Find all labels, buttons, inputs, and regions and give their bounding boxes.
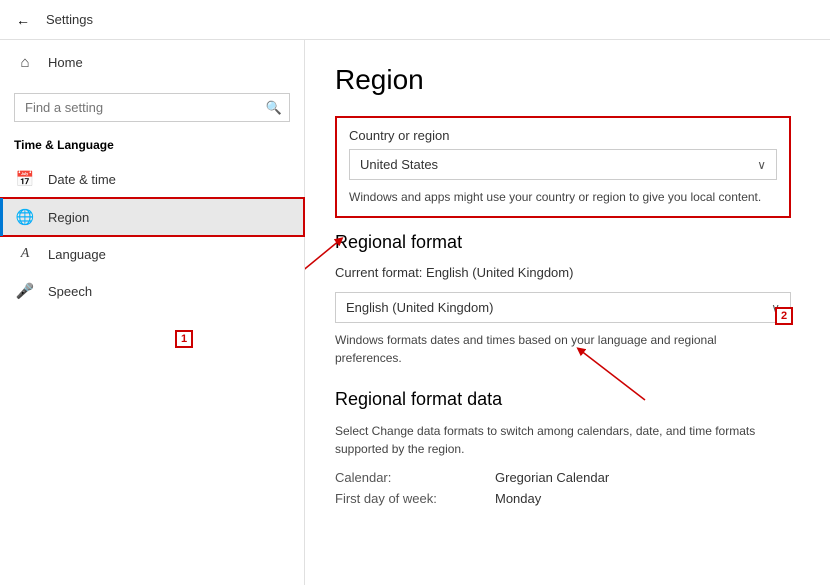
main-content: Region Country or region United States ∨… — [305, 40, 830, 585]
country-dropdown-chevron: ∨ — [757, 158, 766, 172]
format-dropdown-wrapper: English (United Kingdom) ∨ 2 — [335, 286, 791, 323]
content-area: ⌂ Home 🔍 Time & Language 📅 Date & time 🌐… — [0, 40, 830, 585]
language-icon: A — [14, 246, 36, 262]
sidebar-item-label: Region — [48, 210, 89, 225]
current-format-label: Current format: English (United Kingdom) — [335, 265, 800, 280]
regional-format-heading: Regional format — [335, 232, 800, 253]
data-rows: Calendar: Gregorian Calendar First day o… — [335, 470, 800, 506]
speech-icon: 🎤 — [14, 282, 36, 300]
table-row: Calendar: Gregorian Calendar — [335, 470, 800, 485]
sidebar-item-speech[interactable]: 🎤 Speech — [0, 272, 304, 310]
settings-window: ← Settings ⌂ Home 🔍 Time & Language 📅 Da… — [0, 0, 830, 585]
sidebar: ⌂ Home 🔍 Time & Language 📅 Date & time 🌐… — [0, 40, 305, 585]
country-region-desc: Windows and apps might use your country … — [349, 188, 777, 206]
sidebar-item-label: Language — [48, 247, 106, 262]
regional-format-desc: Windows formats dates and times based on… — [335, 331, 775, 367]
table-row: First day of week: Monday — [335, 491, 800, 506]
country-dropdown-value: United States — [360, 157, 757, 172]
regional-format-data-section: Regional format data Select Change data … — [335, 389, 800, 506]
format-dropdown-value: English (United Kingdom) — [346, 300, 771, 315]
badge-2: 2 — [775, 307, 793, 325]
home-icon: ⌂ — [14, 54, 36, 71]
first-day-label: First day of week: — [335, 491, 495, 506]
country-region-block: Country or region United States ∨ Window… — [335, 116, 791, 218]
window-title: Settings — [46, 12, 93, 27]
regional-format-data-desc: Select Change data formats to switch amo… — [335, 422, 775, 458]
sidebar-item-language[interactable]: A Language — [0, 236, 304, 272]
calendar-label: Calendar: — [335, 470, 495, 485]
sidebar-item-date-time[interactable]: 📅 Date & time — [0, 160, 304, 198]
back-button[interactable]: ← — [12, 10, 34, 30]
badge-1: 1 — [175, 330, 193, 348]
calendar-value: Gregorian Calendar — [495, 470, 609, 485]
title-bar: ← Settings — [0, 0, 830, 40]
regional-format-data-heading: Regional format data — [335, 389, 800, 410]
sidebar-item-home[interactable]: ⌂ Home — [0, 44, 304, 81]
country-region-label: Country or region — [349, 128, 777, 143]
first-day-value: Monday — [495, 491, 541, 506]
sidebar-section-label: Time & Language — [0, 134, 304, 160]
sidebar-item-region[interactable]: 🌐 Region — [0, 198, 304, 236]
country-region-dropdown[interactable]: United States ∨ — [349, 149, 777, 180]
date-time-icon: 📅 — [14, 170, 36, 188]
search-icon: 🔍 — [266, 100, 282, 116]
region-icon: 🌐 — [14, 208, 36, 226]
sidebar-item-label: Home — [48, 55, 83, 70]
page-title: Region — [335, 64, 800, 96]
regional-format-section: Regional format Current format: English … — [335, 232, 800, 367]
sidebar-item-label: Date & time — [48, 172, 116, 187]
search-input[interactable] — [14, 93, 290, 122]
search-container: 🔍 — [14, 93, 290, 122]
sidebar-item-label: Speech — [48, 284, 92, 299]
regional-format-dropdown[interactable]: English (United Kingdom) ∨ — [335, 292, 791, 323]
